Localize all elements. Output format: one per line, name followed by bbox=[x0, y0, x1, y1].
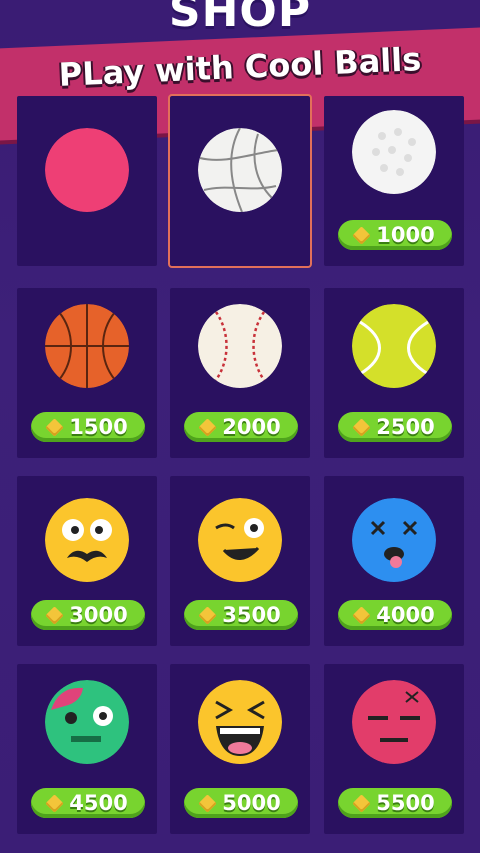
price-value: 4500 bbox=[69, 791, 128, 815]
price-value: 2000 bbox=[222, 415, 281, 439]
price-value: 2500 bbox=[376, 415, 435, 439]
tennis-ball-icon bbox=[352, 304, 436, 388]
price-value: 4000 bbox=[376, 603, 435, 627]
ball-card-golf[interactable]: 1000 bbox=[324, 96, 464, 266]
annoyed-emoji-icon bbox=[352, 680, 436, 764]
ball-card-tennis[interactable]: 2500 bbox=[324, 288, 464, 458]
laughing-emoji-icon bbox=[198, 680, 282, 764]
basketball-icon bbox=[45, 304, 129, 388]
gem-icon bbox=[198, 793, 217, 813]
gem-icon bbox=[45, 417, 64, 437]
wink-emoji-icon bbox=[198, 498, 282, 582]
price-value: 3500 bbox=[222, 603, 281, 627]
gem-icon bbox=[198, 605, 217, 625]
price-value: 3000 bbox=[69, 603, 128, 627]
ball-card-basketball[interactable]: 1500 bbox=[17, 288, 157, 458]
price-tag[interactable]: 2000 bbox=[184, 412, 298, 442]
price-value: 5500 bbox=[376, 791, 435, 815]
price-tag[interactable]: 2500 bbox=[338, 412, 452, 442]
pink-ball-icon bbox=[45, 128, 129, 212]
ball-card-pink[interactable] bbox=[17, 96, 157, 266]
volleyball-icon bbox=[198, 128, 282, 212]
mustache-emoji-icon bbox=[45, 498, 129, 582]
price-tag[interactable]: 3500 bbox=[184, 600, 298, 630]
ball-card-volleyball[interactable] bbox=[168, 94, 312, 268]
ball-grid: 1000 1500 2000 2500 3000 3500 4000 4500 … bbox=[0, 0, 480, 853]
ball-card-mustache[interactable]: 3000 bbox=[17, 476, 157, 646]
gem-icon bbox=[352, 417, 371, 437]
price-tag[interactable]: 1000 bbox=[338, 220, 452, 250]
gem-icon bbox=[352, 793, 371, 813]
zombie-emoji-icon bbox=[45, 680, 129, 764]
price-tag[interactable]: 5500 bbox=[338, 788, 452, 818]
dizzy-emoji-icon bbox=[352, 498, 436, 582]
ball-card-wink[interactable]: 3500 bbox=[170, 476, 310, 646]
price-value: 5000 bbox=[222, 791, 281, 815]
ball-card-baseball[interactable]: 2000 bbox=[170, 288, 310, 458]
price-tag[interactable]: 1500 bbox=[31, 412, 145, 442]
price-tag[interactable]: 4000 bbox=[338, 600, 452, 630]
price-tag[interactable]: 5000 bbox=[184, 788, 298, 818]
price-tag[interactable]: 3000 bbox=[31, 600, 145, 630]
ball-card-zombie[interactable]: 4500 bbox=[17, 664, 157, 834]
baseball-icon bbox=[198, 304, 282, 388]
gem-icon bbox=[352, 225, 371, 245]
price-tag[interactable]: 4500 bbox=[31, 788, 145, 818]
gem-icon bbox=[352, 605, 371, 625]
price-value: 1000 bbox=[376, 223, 435, 247]
ball-card-laughing[interactable]: 5000 bbox=[170, 664, 310, 834]
gem-icon bbox=[198, 417, 217, 437]
ball-card-dizzy[interactable]: 4000 bbox=[324, 476, 464, 646]
golf-ball-icon bbox=[352, 110, 436, 194]
gem-icon bbox=[45, 793, 64, 813]
price-value: 1500 bbox=[69, 415, 128, 439]
ball-card-annoyed[interactable]: 5500 bbox=[324, 664, 464, 834]
gem-icon bbox=[45, 605, 64, 625]
